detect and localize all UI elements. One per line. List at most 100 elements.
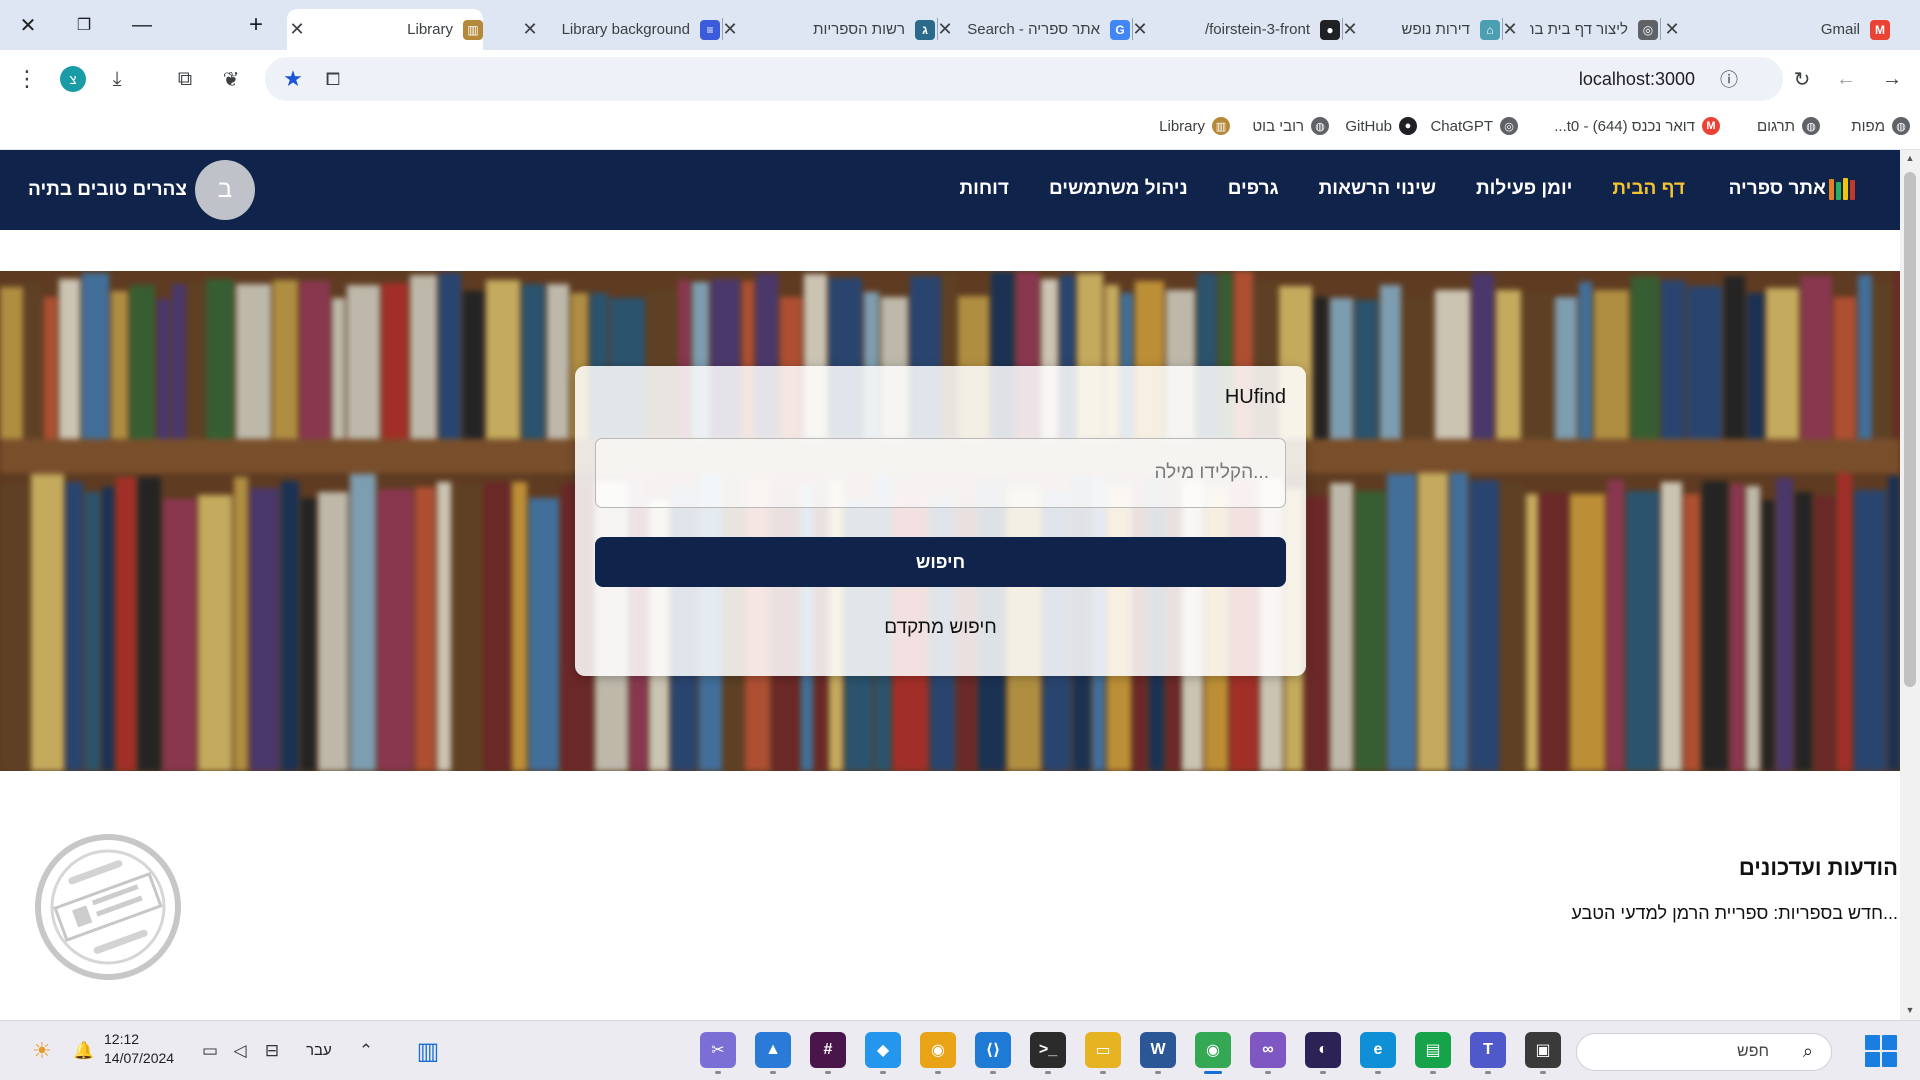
brand-name: אתר ספריה — [1728, 178, 1826, 199]
network-icon[interactable]: ⊟ — [260, 1039, 284, 1063]
start-windows-icon[interactable] — [1865, 1035, 1897, 1067]
notification-bell-icon[interactable]: 🔔 — [72, 1039, 96, 1063]
menu-kebab-icon[interactable]: ⋮ — [10, 62, 44, 96]
close-window-icon[interactable]: ✕ — [8, 10, 48, 40]
taskbar-search[interactable]: חפש ⌕ — [1576, 1033, 1832, 1071]
forms-icon: ≡ — [700, 19, 720, 40]
cast-icon[interactable]: ⧠ — [319, 65, 347, 93]
terminal-icon[interactable]: >_ — [1030, 1032, 1066, 1074]
tab-title: Library background — [561, 21, 690, 38]
tab-close-icon[interactable]: ✕ — [1340, 19, 1360, 40]
photos-icon[interactable]: ▲ — [755, 1032, 791, 1074]
browser-tab[interactable]: ⌂ דירות נופש ✕ — [1340, 9, 1500, 50]
chevron-up-icon[interactable]: ⌃ — [354, 1039, 378, 1063]
netfree-watermark-icon — [35, 834, 181, 980]
browser-tab[interactable]: ≡ Library background ✕ — [520, 9, 720, 50]
language-indicator[interactable]: עבר — [306, 1042, 332, 1059]
chatgpt-icon: ◎ — [1638, 19, 1658, 40]
slack-icon[interactable]: # — [810, 1032, 846, 1074]
user-area[interactable]: ב צהרים טובים בתיה — [28, 160, 255, 220]
announcement-item[interactable]: ...חדש בספריות: ספריית הרמן למדעי הטבע — [1571, 903, 1898, 924]
search-icon: ⌕ — [1802, 1041, 1813, 1061]
nav-item[interactable]: דף הבית — [1612, 178, 1685, 200]
docker-icon[interactable]: ◆ — [865, 1032, 901, 1074]
word-icon[interactable]: W — [1140, 1032, 1176, 1074]
browser-tab[interactable]: M Gmail ✕ — [1662, 9, 1890, 50]
bookmark-item[interactable]: ◍ תרגום — [1757, 117, 1820, 135]
snipping-tool-icon[interactable]: ✂ — [700, 1032, 736, 1074]
scroll-down-icon[interactable]: ▼ — [1904, 1005, 1916, 1017]
bookmark-item[interactable]: ◎ ChatGPT — [1430, 117, 1518, 135]
nav-item[interactable]: דוחות — [960, 178, 1009, 200]
back-arrow-icon[interactable]: ← — [1829, 62, 1863, 96]
browser-tab[interactable]: ג רשות הספריות ✕ — [720, 9, 935, 50]
extensions-icon[interactable]: ⧉ — [168, 62, 202, 96]
address-bar[interactable]: ★ ⧠ localhost:3000 ⓘ — [265, 57, 1783, 101]
bookmark-item[interactable]: M דואר נכנס (644) - t0... — [1554, 117, 1720, 135]
reload-icon[interactable]: ↻ — [1785, 62, 1819, 96]
tab-close-icon[interactable]: ✕ — [1130, 19, 1150, 40]
browser-tab[interactable]: ▥ Library ✕ — [287, 9, 483, 50]
bookmark-item[interactable]: ◍ רובי בוט — [1252, 117, 1329, 135]
clock[interactable]: 12:12 14/07/2024 — [104, 1030, 174, 1068]
running-indicator — [1375, 1071, 1381, 1074]
browser-tab[interactable]: ◎ ליצור דף בית בריא ✕ — [1500, 9, 1658, 50]
widgets-icon[interactable]: ▥ — [412, 1035, 444, 1067]
nav-item[interactable]: גרפים — [1228, 178, 1279, 200]
bookmark-item[interactable]: ● GitHub — [1345, 117, 1417, 135]
bookmark-item[interactable]: ▥ Library — [1159, 117, 1230, 135]
restore-window-icon[interactable]: ❐ — [64, 10, 104, 40]
browser-tab[interactable]: G אתר ספריה - Search ✕ — [935, 9, 1130, 50]
profile-avatar[interactable]: צ — [60, 66, 86, 92]
tab-close-icon[interactable]: ✕ — [1500, 19, 1520, 40]
bookmark-star-icon[interactable]: ★ — [279, 65, 307, 93]
brand-logo[interactable]: אתר ספריה — [1729, 178, 1855, 200]
scroll-thumb[interactable] — [1904, 172, 1916, 687]
hero-banner: HUfind חיפוש חיפוש מתקדם — [0, 271, 1900, 771]
chat-icon[interactable]: ▤ — [1415, 1032, 1451, 1074]
running-indicator — [715, 1071, 721, 1074]
chrome-canary-icon[interactable]: ◉ — [920, 1032, 956, 1074]
teams-icon[interactable]: T — [1470, 1032, 1506, 1074]
tab-close-icon[interactable]: ✕ — [287, 19, 307, 40]
eclipse-icon[interactable]: ◐ — [1305, 1032, 1341, 1074]
browser-tab[interactable]: ● foirstein-3-front/ ✕ — [1130, 9, 1340, 50]
site-info-icon[interactable]: ⓘ — [1715, 65, 1743, 93]
terminal-dark-icon[interactable]: ▣ — [1525, 1032, 1561, 1074]
advanced-search-link[interactable]: חיפוש מתקדם — [575, 617, 1306, 639]
running-indicator — [1045, 1071, 1051, 1074]
extension-leaf-icon[interactable]: ❦ — [214, 62, 248, 96]
file-explorer-icon[interactable]: ▭ — [1085, 1032, 1121, 1074]
user-avatar[interactable]: ב — [194, 160, 255, 220]
minimize-window-icon[interactable]: — — [122, 10, 162, 40]
downloads-icon[interactable]: ⤓ — [100, 62, 134, 96]
tab-close-icon[interactable]: ✕ — [520, 19, 540, 40]
visual-studio-icon[interactable]: ∞ — [1250, 1032, 1286, 1074]
vscode-icon[interactable]: ⟨⟩ — [975, 1032, 1011, 1074]
scroll-up-icon[interactable]: ▲ — [1904, 153, 1916, 165]
forward-arrow-icon[interactable]: → — [1875, 62, 1909, 96]
gmail-icon: M — [1702, 117, 1720, 135]
running-indicator — [1320, 1071, 1326, 1074]
nav-item[interactable]: שינוי הרשאות — [1319, 178, 1436, 200]
tab-close-icon[interactable]: ✕ — [935, 19, 955, 40]
page-scrollbar[interactable]: ▲ ▼ — [1900, 150, 1920, 1020]
running-indicator — [1485, 1071, 1491, 1074]
tab-close-icon[interactable]: ✕ — [1662, 19, 1682, 40]
tab-close-icon[interactable]: ✕ — [720, 19, 740, 40]
search-button[interactable]: חיפוש — [595, 537, 1286, 587]
battery-icon[interactable]: ▭ — [198, 1039, 222, 1063]
edge-icon[interactable]: e — [1360, 1032, 1396, 1074]
weather-icon[interactable]: ☀ — [26, 1035, 58, 1067]
url-text[interactable]: localhost:3000 — [1579, 69, 1695, 90]
search-input[interactable] — [595, 438, 1286, 508]
bookmark-item[interactable]: ◍ מפות — [1851, 117, 1910, 135]
new-tab-icon[interactable]: + — [236, 10, 276, 40]
bookmark-label: דואר נכנס (644) - t0... — [1554, 117, 1695, 135]
volume-icon[interactable]: ◁ — [228, 1039, 252, 1063]
nav-item[interactable]: יומן פעילות — [1476, 178, 1572, 200]
chrome-icon[interactable]: ◉ — [1195, 1032, 1231, 1074]
nav-item[interactable]: ניהול משתמשים — [1049, 178, 1188, 200]
taskbar-search-label: חפש — [1737, 1043, 1769, 1060]
tab-separator — [1660, 18, 1661, 40]
